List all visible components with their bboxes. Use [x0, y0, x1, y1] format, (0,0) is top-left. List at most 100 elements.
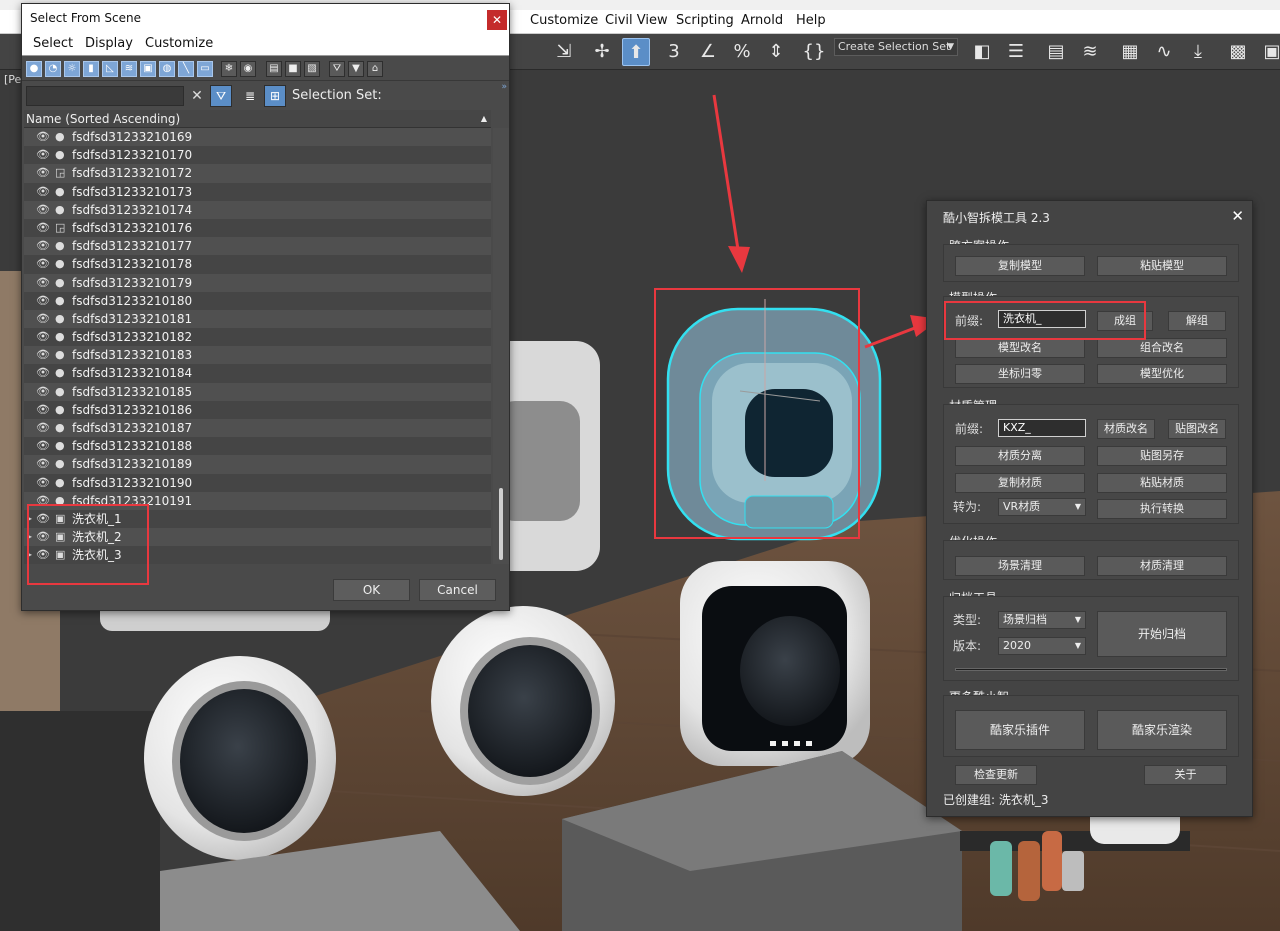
material-prefix-input[interactable]: KXZ_	[998, 419, 1086, 437]
eye-icon[interactable]: 👁	[36, 146, 50, 164]
frozen-filter-icon[interactable]: ❄	[221, 61, 237, 77]
paste-model-button[interactable]: 粘贴模型	[1097, 256, 1227, 276]
eye-icon[interactable]: 👁	[36, 383, 50, 401]
list-item[interactable]: 👁 ● fsdfsd31233210169	[24, 128, 491, 147]
move-icon[interactable]: ✢	[588, 38, 616, 66]
convert-select[interactable]: VR材质 ▼	[998, 498, 1086, 516]
eye-icon[interactable]: 👁	[36, 455, 50, 473]
expand-chevron-icon[interactable]: »	[501, 82, 507, 92]
start-archive-button[interactable]: 开始归档	[1097, 611, 1227, 657]
percent-snap-icon[interactable]: %	[728, 38, 756, 66]
scrollbar-thumb[interactable]	[499, 488, 503, 560]
list-item[interactable]: 👁 ● fsdfsd31233210186	[24, 401, 491, 419]
create-selection-set-combo[interactable]: Create Selection Set ▼	[834, 38, 958, 56]
eye-icon[interactable]: 👁	[36, 401, 50, 419]
paste-material-button[interactable]: 粘贴材质	[1097, 473, 1227, 493]
eye-icon[interactable]: 👁	[36, 128, 50, 146]
eye-icon[interactable]: 👁	[36, 164, 50, 182]
container-icon[interactable]: ⌂	[367, 61, 383, 77]
align-icon[interactable]: ☰	[1002, 38, 1030, 66]
hierarchy-view-icon[interactable]: ⊞	[264, 85, 286, 107]
bones-filter-icon[interactable]: ╲	[178, 61, 194, 77]
about-button[interactable]: 关于	[1144, 765, 1227, 785]
map-rename-button[interactable]: 贴图改名	[1168, 419, 1226, 439]
groups-filter-icon[interactable]: ▣	[140, 61, 156, 77]
list-item[interactable]: 👁 ● fsdfsd31233210188	[24, 437, 491, 455]
eye-icon[interactable]: 👁	[36, 201, 50, 219]
eye-icon[interactable]: 👁	[36, 364, 50, 382]
hidden-filter-icon[interactable]: ◉	[240, 61, 256, 77]
layers-icon[interactable]: ≣	[239, 85, 261, 107]
list-item[interactable]: 👁 ● fsdfsd31233210183	[24, 346, 491, 365]
eye-icon[interactable]: 👁	[36, 310, 50, 328]
list-item[interactable]: 👁 ● fsdfsd31233210170	[24, 146, 491, 164]
close-icon[interactable]: ✕	[487, 10, 507, 30]
mirror-icon[interactable]: ◧	[968, 38, 996, 66]
eye-icon[interactable]: 👁	[36, 292, 50, 310]
copy-model-button[interactable]: 复制模型	[955, 256, 1085, 276]
model-rename-button[interactable]: 模型改名	[955, 338, 1085, 358]
display-none-icon[interactable]: ■	[285, 61, 301, 77]
eye-icon[interactable]: 👁	[36, 274, 50, 292]
display-all-icon[interactable]: ▤	[266, 61, 282, 77]
material-editor-icon[interactable]: ▩	[1224, 38, 1252, 66]
curve-editor-icon[interactable]: ∿	[1150, 38, 1178, 66]
scene-object-list[interactable]: 👁 ● fsdfsd31233210169 👁 ● fsdfsd31233210170 👁 ◲…	[24, 128, 491, 564]
cancel-button[interactable]: Cancel	[419, 579, 496, 601]
spacewarps-filter-icon[interactable]: ≋	[121, 61, 137, 77]
helpers-filter-icon[interactable]: ◺	[102, 61, 118, 77]
lights-filter-icon[interactable]: ☼	[64, 61, 80, 77]
menu-customize[interactable]: Customize	[530, 13, 598, 28]
model-optimize-button[interactable]: 模型优化	[1097, 364, 1227, 384]
list-item[interactable]: 👁 ● fsdfsd31233210189	[24, 455, 491, 474]
list-item[interactable]: 👁 ● fsdfsd31233210190	[24, 474, 491, 492]
list-item[interactable]: 👁 ● fsdfsd31233210181	[24, 309, 491, 329]
menu-scripting[interactable]: Scripting	[676, 13, 734, 28]
snap-3d-icon[interactable]: 3	[660, 38, 688, 66]
reset-coords-button[interactable]: 坐标归零	[955, 364, 1085, 384]
save-maps-button[interactable]: 贴图另存	[1097, 446, 1227, 466]
spinner-snap-icon[interactable]: ⇕	[762, 38, 790, 66]
render-setup-icon[interactable]: ▣	[1258, 38, 1280, 66]
invert-display-icon[interactable]: ▧	[304, 61, 320, 77]
material-clean-button[interactable]: 材质清理	[1097, 556, 1227, 576]
search-input[interactable]	[26, 86, 184, 106]
close-icon[interactable]: ✕	[1231, 207, 1244, 225]
dialog-title-bar[interactable]: Select From Scene	[22, 4, 509, 32]
place-icon[interactable]: ⬆	[622, 38, 650, 66]
ok-button[interactable]: OK	[333, 579, 410, 601]
link-icon[interactable]: ⇲	[550, 38, 578, 66]
menu-display[interactable]: Display	[85, 36, 133, 51]
cameras-filter-icon[interactable]: ▮	[83, 61, 99, 77]
scene-explorer-icon[interactable]: ▤	[1042, 38, 1070, 66]
copy-material-button[interactable]: 复制材质	[955, 473, 1085, 493]
menu-arnold[interactable]: Arnold	[741, 13, 783, 28]
eye-icon[interactable]: 👁	[36, 219, 50, 237]
menu-select[interactable]: Select	[33, 36, 73, 51]
filter-options-icon[interactable]: ⛛	[329, 61, 345, 77]
material-separate-button[interactable]: 材质分离	[955, 446, 1085, 466]
list-item[interactable]: 👁 ● fsdfsd31233210180	[24, 292, 491, 310]
name-column-header[interactable]: Name (Sorted Ascending) ▲	[24, 110, 491, 128]
archive-type-select[interactable]: 场景归档 ▼	[998, 611, 1086, 629]
eye-icon[interactable]: 👁	[36, 183, 50, 201]
kujiale-render-button[interactable]: 酷家乐渲染	[1097, 710, 1227, 750]
eye-icon[interactable]: 👁	[36, 437, 50, 455]
sort-by-hierarchy-icon[interactable]: ⛛	[210, 85, 232, 107]
filter-icon[interactable]: ▼	[348, 61, 364, 77]
edit-named-sets-icon[interactable]: {}	[800, 38, 828, 66]
menu-civil-view[interactable]: Civil View	[605, 13, 668, 28]
archive-version-select[interactable]: 2020 ▼	[998, 637, 1086, 655]
check-update-button[interactable]: 检查更新	[955, 765, 1037, 785]
list-scrollbar[interactable]	[493, 128, 509, 564]
list-item[interactable]: 👁 ◲ fsdfsd31233210172	[24, 164, 491, 183]
list-item[interactable]: 👁 ● fsdfsd31233210182	[24, 328, 491, 346]
eye-icon[interactable]: 👁	[36, 255, 50, 273]
list-item[interactable]: 👁 ● fsdfsd31233210173	[24, 183, 491, 201]
eye-icon[interactable]: 👁	[36, 474, 50, 492]
run-convert-button[interactable]: 执行转换	[1097, 499, 1227, 519]
list-item[interactable]: 👁 ● fsdfsd31233210184	[24, 364, 491, 382]
ungroup-button[interactable]: 解组	[1168, 311, 1226, 331]
list-item[interactable]: 👁 ● fsdfsd31233210185	[24, 382, 491, 401]
geometry-filter-icon[interactable]: ●	[26, 61, 42, 77]
